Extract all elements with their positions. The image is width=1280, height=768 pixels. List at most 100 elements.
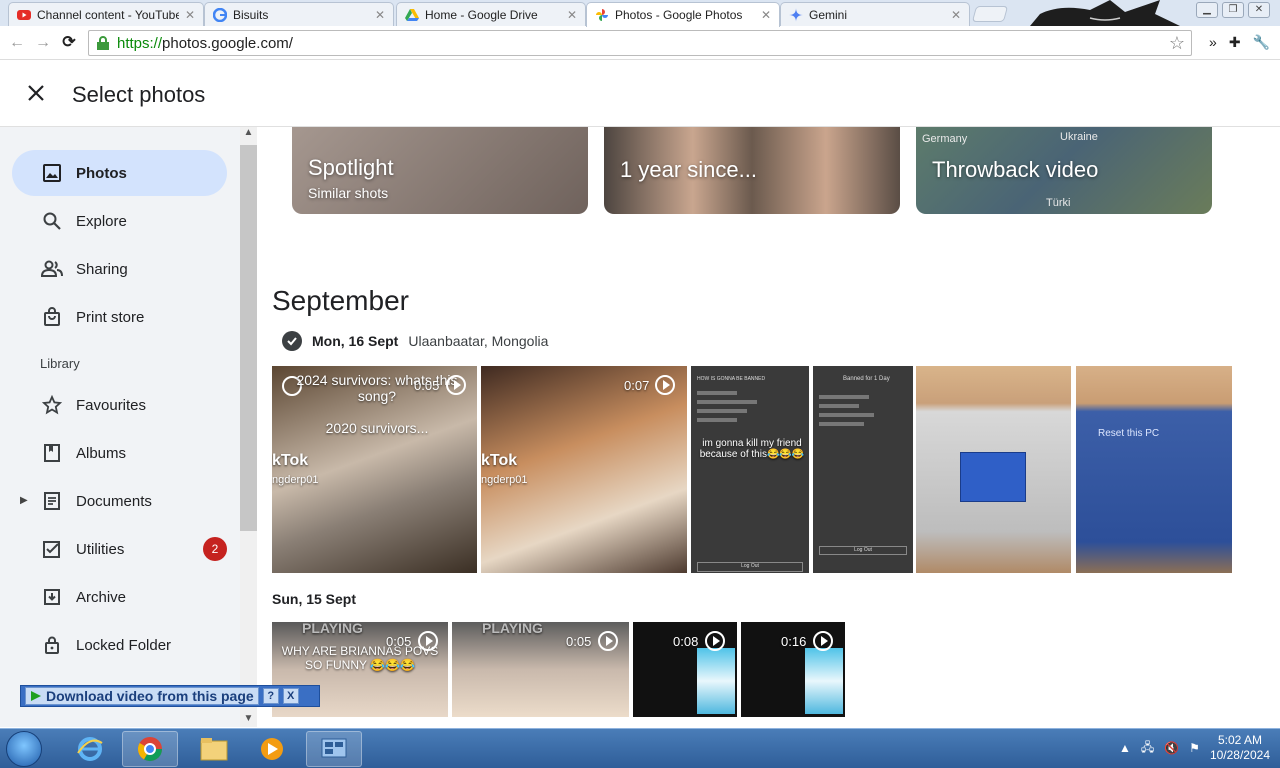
photo-thumbnail[interactable] <box>916 366 1071 573</box>
star-icon <box>40 393 64 417</box>
tab-drive[interactable]: Home - Google Drive ✕ <box>396 2 586 26</box>
play-icon <box>446 375 466 395</box>
sidebar-item-sharing[interactable]: Sharing <box>12 246 227 292</box>
map-label: Ukraine <box>1060 131 1098 143</box>
tab-close-icon[interactable]: ✕ <box>185 8 195 22</box>
close-window-icon[interactable]: ✕ <box>1248 2 1270 18</box>
sidebar-item-locked-folder[interactable]: Locked Folder <box>12 622 227 668</box>
group-date: Sun, 15 Sept <box>272 591 357 607</box>
bag-icon <box>40 305 64 329</box>
sidebar-item-label: Documents <box>76 492 152 510</box>
wrench-icon[interactable]: 🔧 <box>1253 34 1270 51</box>
tab-gemini[interactable]: Gemini ✕ <box>780 2 970 26</box>
sidebar-item-photos[interactable]: Photos <box>12 150 227 196</box>
browser-window: Channel content - YouTube ✕ Bisuits ✕ Ho… <box>0 0 1280 768</box>
sidebar-item-documents[interactable]: Documents <box>12 478 227 524</box>
clock-time: 5:02 AM <box>1217 733 1262 747</box>
control-panel-icon[interactable] <box>306 731 362 767</box>
screenshot-caption: im gonna kill my friend because of this😂… <box>699 438 805 460</box>
chrome-icon[interactable] <box>122 731 178 767</box>
card-title: 1 year since... <box>620 157 757 182</box>
screenshot-thumbnail[interactable]: HOW IS GONNA BE BANNED im gonna kill my … <box>691 366 809 573</box>
one-year-since-card[interactable]: 1 year since... <box>604 127 900 214</box>
file-explorer-icon[interactable] <box>186 731 242 767</box>
sidebar-item-albums[interactable]: Albums <box>12 430 227 476</box>
help-icon[interactable]: ? <box>262 688 279 704</box>
card-title: Throwback video <box>932 157 1099 182</box>
screenshot-footer: Log Out <box>697 562 803 572</box>
sidebar-item-archive[interactable]: Archive <box>12 574 227 620</box>
more-extensions-icon[interactable]: » <box>1209 34 1217 51</box>
restore-icon[interactable]: ❐ <box>1222 2 1244 18</box>
tab-title: Gemini <box>809 7 848 22</box>
bookmark-star-icon[interactable]: ☆ <box>1169 33 1185 54</box>
volume-muted-icon[interactable]: 🔇 <box>1164 741 1179 755</box>
tab-youtube[interactable]: Channel content - YouTube ✕ <box>8 2 204 26</box>
video-thumbnail[interactable]: 2024 survivors: whats this song? 2020 su… <box>272 366 477 573</box>
screenshot-footer: Log Out <box>819 546 907 555</box>
minimize-icon[interactable]: ▁ <box>1196 2 1218 18</box>
screenshot-thumbnail[interactable]: Banned for 1 Day Log Out <box>813 366 913 573</box>
internet-explorer-icon[interactable] <box>62 731 118 767</box>
video-thumbnail[interactable]: 0:16 <box>741 622 845 717</box>
system-clock[interactable]: 5:02 AM 10/28/2024 <box>1210 733 1270 763</box>
sidebar-item-label: Sharing <box>76 260 128 278</box>
throwback-video-card[interactable]: Germany Ukraine Türki Throwback video <box>916 127 1212 214</box>
close-icon[interactable] <box>24 81 48 105</box>
photo-grid: Spotlight Similar shots 1 year since... … <box>258 127 1268 727</box>
download-video-button[interactable]: Download video from this page <box>25 687 259 705</box>
tab-close-icon[interactable]: ✕ <box>761 8 771 22</box>
video-thumbnail[interactable]: PLAYING 0:05 <box>452 622 629 717</box>
tab-close-icon[interactable]: ✕ <box>567 8 577 22</box>
people-icon <box>40 257 64 281</box>
photo-thumbnail[interactable]: Reset this PC <box>1076 366 1232 573</box>
sidebar-item-label: Albums <box>76 444 127 462</box>
document-icon <box>40 489 64 513</box>
media-player-icon[interactable] <box>244 731 300 767</box>
new-tab-button[interactable] <box>971 6 1009 22</box>
tab-close-icon[interactable]: ✕ <box>951 8 961 22</box>
extension-puzzle-icon[interactable]: ✚ <box>1229 34 1241 51</box>
video-preview <box>805 648 843 714</box>
video-caption: PLAYING <box>302 622 363 636</box>
google-icon <box>213 7 227 22</box>
start-button[interactable] <box>6 731 42 767</box>
network-icon[interactable]: 🖧 <box>1141 738 1154 759</box>
video-thumbnail[interactable]: kTok ngderp01 0:07 <box>481 366 687 573</box>
address-bar[interactable]: https://photos.google.com/ ☆ <box>88 30 1192 56</box>
tab-bisuits[interactable]: Bisuits ✕ <box>204 2 394 26</box>
lock-icon <box>40 633 64 657</box>
clock-date: 10/28/2024 <box>1209 748 1270 762</box>
screenshot-header: Banned for 1 Day <box>843 376 890 382</box>
show-hidden-icons-icon[interactable]: ▲ <box>1119 741 1131 755</box>
video-duration: 0:05 <box>414 378 440 393</box>
select-group-checkbox[interactable] <box>282 331 302 351</box>
spotlight-card[interactable]: Spotlight Similar shots <box>292 127 588 214</box>
forward-icon[interactable]: → <box>32 32 54 54</box>
sidebar-item-favourites[interactable]: Favourites <box>12 382 227 428</box>
close-bar-icon[interactable]: X <box>282 688 299 704</box>
play-icon <box>813 631 833 651</box>
reload-icon[interactable]: ⟳ <box>58 32 80 54</box>
tab-photos[interactable]: Photos - Google Photos ✕ <box>586 2 780 27</box>
back-icon[interactable]: ← <box>6 32 28 54</box>
search-icon <box>40 209 64 233</box>
scroll-up-icon[interactable]: ▲ <box>240 127 257 141</box>
url-scheme: https:// <box>117 34 163 52</box>
url-text: photos.google.com/ <box>162 34 293 52</box>
sidebar-item-explore[interactable]: Explore <box>12 198 227 244</box>
sidebar-scrollbar[interactable]: ▲ ▼ <box>240 127 257 727</box>
video-caption: PLAYING <box>482 622 543 636</box>
sidebar-item-print-store[interactable]: Print store <box>12 294 227 340</box>
video-thumbnail[interactable]: 0:08 <box>633 622 737 717</box>
scroll-down-icon[interactable]: ▼ <box>240 713 257 727</box>
action-center-flag-icon[interactable]: ⚑ <box>1189 741 1200 755</box>
sidebar: Photos Explore Sharing Print store Libra… <box>0 127 240 727</box>
tab-title: Bisuits <box>233 7 269 22</box>
video-watermark: kTok <box>481 452 518 469</box>
scrollbar-thumb[interactable] <box>240 145 257 531</box>
tab-close-icon[interactable]: ✕ <box>375 8 385 22</box>
card-subtitle: Similar shots <box>308 185 389 201</box>
sidebar-item-utilities[interactable]: Utilities 2 <box>12 526 227 572</box>
play-icon <box>655 375 675 395</box>
